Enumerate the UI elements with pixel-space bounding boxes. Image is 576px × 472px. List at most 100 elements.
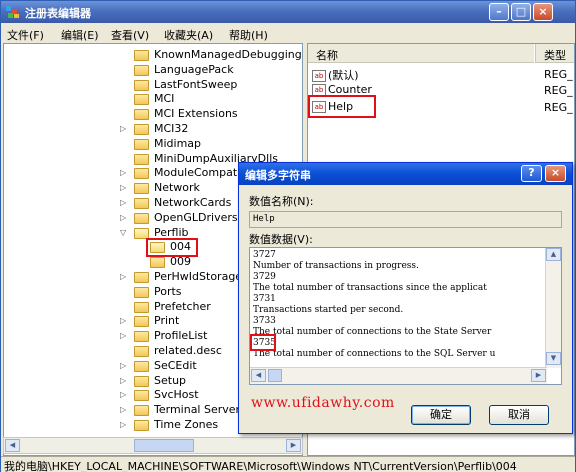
data-line: 3729 xyxy=(253,272,276,282)
folder-icon xyxy=(134,286,149,298)
expand-icon[interactable]: ▷ xyxy=(120,405,126,414)
data-line: Transactions started per second. xyxy=(253,305,404,315)
expand-icon[interactable]: ▷ xyxy=(120,198,126,207)
expand-icon[interactable]: ▷ xyxy=(120,420,126,429)
tree-item-label: Terminal Server xyxy=(154,403,241,417)
expand-icon[interactable]: ▷ xyxy=(120,183,126,192)
tree-item-label: LastFontSweep xyxy=(154,77,238,91)
folder-icon xyxy=(134,360,149,372)
data-vertical-scrollbar[interactable]: ▲ ▼ xyxy=(545,248,561,368)
value-name: (默认) xyxy=(328,69,359,82)
column-header-type[interactable]: 类型 xyxy=(535,44,574,63)
menu-favorites[interactable]: 收藏夹(A) xyxy=(164,27,213,43)
tree-item-label: MCI xyxy=(154,92,175,106)
value-type: REG_ xyxy=(544,68,573,81)
folder-icon xyxy=(134,109,149,121)
folder-icon xyxy=(134,316,149,328)
tree-item[interactable]: LastFontSweep xyxy=(4,78,302,93)
tree-item-label: Network xyxy=(154,181,200,195)
scroll-thumb[interactable] xyxy=(134,439,194,452)
menu-file[interactable]: 文件(F) xyxy=(7,27,44,43)
tree-item-label: Perflib xyxy=(154,225,189,239)
tree-item[interactable]: ▷ MCI32 xyxy=(4,122,302,137)
value-name-label: 数值名称(N): xyxy=(249,195,314,208)
expand-icon[interactable]: ▷ xyxy=(120,376,126,385)
tree-item-label: LanguagePack xyxy=(154,62,234,76)
tree-item-label: MCI Extensions xyxy=(154,107,238,121)
maximize-button[interactable]: □ xyxy=(511,3,531,21)
cancel-button[interactable]: 取消 xyxy=(489,405,549,425)
folder-icon xyxy=(134,64,149,76)
data-line: 3727 xyxy=(253,250,276,260)
expand-icon[interactable]: ▷ xyxy=(120,316,126,325)
data-line: The total number of connections to the S… xyxy=(253,349,496,359)
scroll-left-button[interactable]: ◀ xyxy=(5,439,20,452)
folder-icon xyxy=(134,272,149,283)
minimize-button[interactable]: – xyxy=(489,3,509,21)
close-button[interactable]: × xyxy=(533,3,553,21)
scroll-down-button[interactable]: ▼ xyxy=(546,352,561,365)
tree-item-label: Print xyxy=(154,314,180,328)
menu-view[interactable]: 查看(V) xyxy=(111,27,149,43)
folder-icon xyxy=(134,301,149,313)
expand-icon[interactable]: ▷ xyxy=(120,272,126,281)
folder-icon xyxy=(134,183,149,195)
string-value-icon: ab xyxy=(312,70,326,82)
dialog-title-bar[interactable]: 编辑多字符串 ? × xyxy=(239,163,572,185)
data-line: 3733 xyxy=(253,316,276,326)
folder-icon xyxy=(134,124,149,135)
folder-icon xyxy=(134,168,149,180)
scroll-thumb[interactable] xyxy=(268,369,282,382)
data-line: The total number of transactions since t… xyxy=(253,283,487,293)
data-horizontal-scrollbar[interactable]: ◀ ▶ xyxy=(250,367,547,384)
tree-item-label: KnownManagedDebugging xyxy=(154,48,302,61)
scroll-right-button[interactable]: ▶ xyxy=(286,439,301,452)
expand-icon[interactable]: ▷ xyxy=(120,168,126,177)
status-bar: 我的电脑\HKEY_LOCAL_MACHINE\SOFTWARE\Microso… xyxy=(1,456,575,472)
tree-item[interactable]: MCI xyxy=(4,92,302,107)
dialog-close-button[interactable]: × xyxy=(545,165,566,182)
scroll-left-button[interactable]: ◀ xyxy=(251,369,266,382)
tree-item-label: MCI32 xyxy=(154,122,189,135)
scroll-right-button[interactable]: ▶ xyxy=(531,369,546,382)
expand-icon[interactable]: ▷ xyxy=(120,213,126,222)
data-line: Number of transactions in progress. xyxy=(253,261,419,271)
expand-icon[interactable]: ▷ xyxy=(120,390,126,399)
folder-icon xyxy=(134,227,149,239)
tree-item[interactable]: Midimap xyxy=(4,137,302,152)
tree-item[interactable]: KnownManagedDebugging xyxy=(4,48,302,63)
tree-item-label: Setup xyxy=(154,373,187,387)
scroll-up-button[interactable]: ▲ xyxy=(546,248,561,261)
title-bar[interactable]: 注册表编辑器 – □ × xyxy=(1,1,575,23)
menu-help[interactable]: 帮助(H) xyxy=(229,27,268,43)
tree-item-label: Prefetcher xyxy=(154,299,211,313)
watermark: www.ufidawhy.com xyxy=(251,395,395,411)
expand-icon[interactable]: ▷ xyxy=(120,361,126,370)
value-data-textarea[interactable]: 3727 Number of transactions in progress.… xyxy=(249,247,562,385)
dialog-title: 编辑多字符串 xyxy=(245,169,311,182)
3735-highlight-box xyxy=(250,334,276,351)
collapse-icon[interactable]: ▽ xyxy=(120,228,126,237)
list-item[interactable]: ab (默认) xyxy=(312,67,359,83)
column-header-name[interactable]: 名称 xyxy=(308,44,534,63)
folder-icon xyxy=(134,198,149,209)
folder-icon xyxy=(134,405,149,417)
folder-icon xyxy=(134,375,149,387)
tree-item-label: PerHwIdStorage xyxy=(154,270,243,283)
menu-bar: 文件(F) 编辑(E) 查看(V) 收藏夹(A) 帮助(H) xyxy=(1,23,575,43)
expand-icon[interactable]: ▷ xyxy=(120,331,126,340)
dialog-help-button[interactable]: ? xyxy=(521,165,542,182)
tree-item[interactable]: MCI Extensions xyxy=(4,107,302,122)
expand-icon[interactable]: ▷ xyxy=(120,124,126,133)
edit-multistring-dialog: 编辑多字符串 ? × 数值名称(N): Help 数值数据(V): 3727 N… xyxy=(238,162,573,434)
value-type: REG_ xyxy=(544,84,573,97)
value-data-label: 数值数据(V): xyxy=(249,233,313,246)
folder-icon xyxy=(134,390,149,402)
folder-icon xyxy=(134,346,149,357)
menu-edit[interactable]: 编辑(E) xyxy=(61,27,99,43)
data-line: The total number of connections to the S… xyxy=(253,327,492,337)
tree-horizontal-scrollbar[interactable]: ◀ ▶ xyxy=(3,437,303,454)
tree-item[interactable]: LanguagePack xyxy=(4,63,302,78)
ok-button[interactable]: 确定 xyxy=(411,405,471,425)
tree-item-label: SvcHost xyxy=(154,388,199,402)
